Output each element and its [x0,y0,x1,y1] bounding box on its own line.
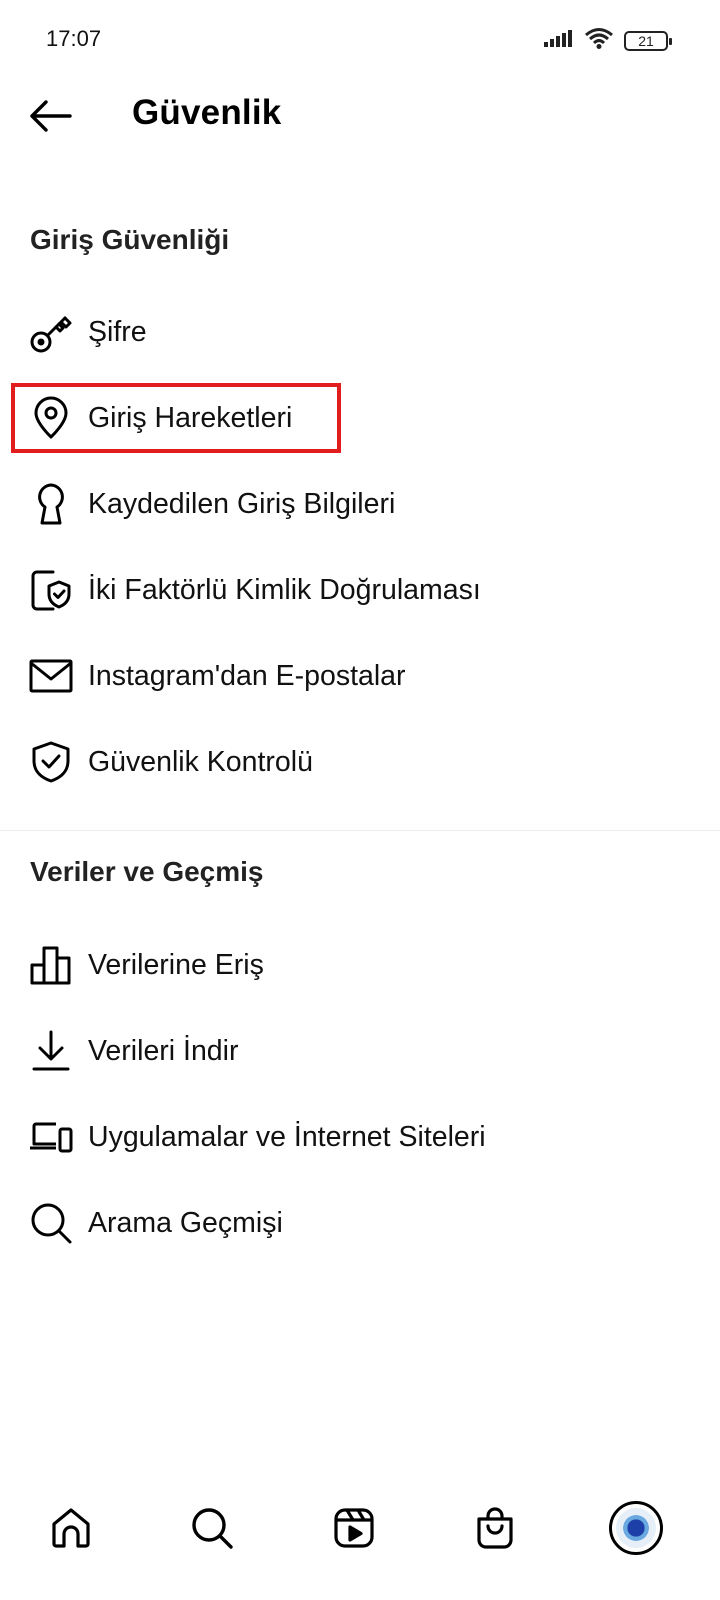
menu-item-apps-websites[interactable]: Uygulamalar ve İnternet Siteleri [0,1094,720,1180]
download-icon [28,1028,74,1074]
mail-icon [28,653,74,699]
menu-item-label: Verilerine Eriş [88,948,264,981]
menu-item-label: Uygulamalar ve İnternet Siteleri [88,1120,486,1153]
back-button[interactable] [24,92,76,140]
menu-item-label: Instagram'dan E-postalar [88,659,406,692]
shop-icon [477,1507,513,1549]
nav-home-button[interactable] [41,1498,101,1558]
menu-item-label: Kaydedilen Giriş Bilgileri [88,487,396,520]
arrow-left-icon [30,100,72,132]
nav-shop-button[interactable] [465,1498,525,1558]
section-title-data-history: Veriler ve Geçmiş [30,856,264,887]
battery-icon: 21 [624,30,672,51]
menu-item-emails[interactable]: Instagram'dan E-postalar [0,633,720,719]
bar-chart-icon [28,942,74,988]
menu-item-search-history[interactable]: Arama Geçmişi [0,1180,720,1266]
menu-item-security-checkup[interactable]: Güvenlik Kontrolü [0,719,720,805]
status-icons: 21 [544,27,672,54]
status-time: 17:07 [46,26,102,51]
bottom-nav [0,1488,720,1568]
search-icon [28,1200,74,1246]
menu-item-label: İki Faktörlü Kimlik Doğrulaması [88,573,481,606]
menu-item-label: Şifre [88,315,147,348]
menu-item-label: Verileri İndir [88,1034,239,1067]
wifi-icon [584,27,614,54]
search-icon [192,1508,233,1549]
menu-item-two-factor-auth[interactable]: İki Faktörlü Kimlik Doğrulaması [0,547,720,633]
shield-check-icon [28,739,74,785]
menu-item-password[interactable]: Şifre [0,289,720,375]
menu-item-label: Güvenlik Kontrolü [88,745,313,778]
section-divider [0,830,720,831]
menu-item-saved-login-info[interactable]: Kaydedilen Giriş Bilgileri [0,461,720,547]
nav-reels-button[interactable] [324,1498,384,1558]
devices-icon [28,1114,74,1160]
profile-avatar [609,1501,663,1555]
phone-shield-icon [28,567,74,613]
menu-item-label: Arama Geçmişi [88,1206,283,1239]
status-bar: 17:07 21 [0,0,720,80]
nav-profile-button[interactable] [606,1498,666,1558]
highlight-box [11,383,341,453]
section-title-login-security: Giriş Güvenliği [30,224,230,255]
signal-icon [544,29,574,52]
menu-item-access-data[interactable]: Verilerine Eriş [0,922,720,1008]
menu-item-download-data[interactable]: Verileri İndir [0,1008,720,1094]
header: Güvenlik [0,80,720,150]
reels-icon [334,1508,374,1548]
key-icon [28,309,74,355]
nav-search-button[interactable] [182,1498,242,1558]
keyhole-icon [28,481,74,527]
home-icon [52,1508,90,1548]
avatar-image [616,1508,656,1548]
page-title: Güvenlik [132,93,282,132]
